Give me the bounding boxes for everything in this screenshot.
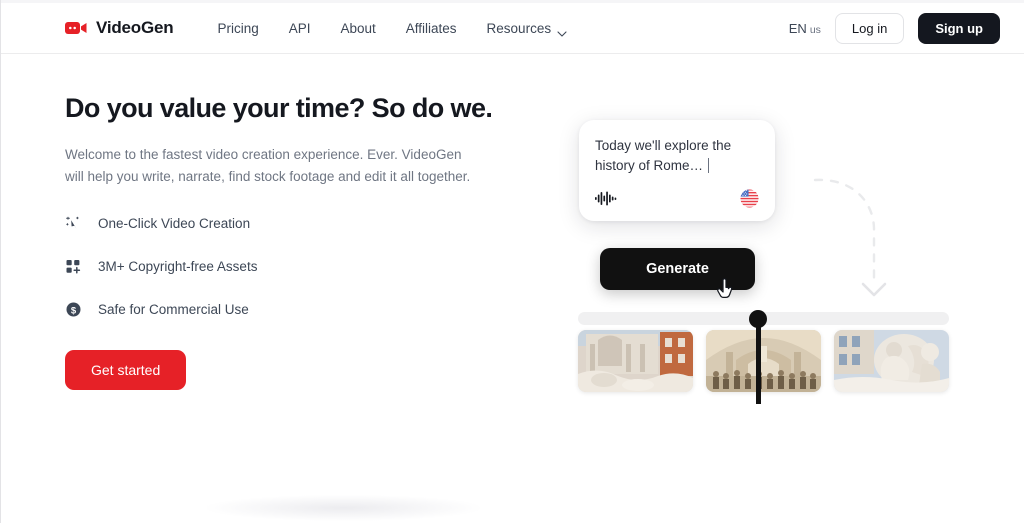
us-flag-icon[interactable] (740, 189, 759, 208)
nav-link-resources[interactable]: Resources (486, 20, 568, 37)
prompt-text: Today we'll explore the history of Rome… (595, 138, 732, 173)
nav-link-resources-label: Resources (486, 20, 552, 36)
language-selector[interactable]: EN us (789, 21, 821, 36)
chevron-down-icon (557, 25, 567, 37)
feature-label: 3M+ Copyright-free Assets (98, 259, 258, 275)
hero-subtitle: Welcome to the fastest video creation ex… (65, 147, 471, 184)
dollar-circle-icon: $ (65, 301, 82, 318)
feature-item-commercial: $ Safe for Commercial Use (65, 301, 535, 318)
timeline-thumbnails (578, 330, 949, 392)
prompt-card[interactable]: Today we'll explore the history of Rome… (579, 120, 775, 222)
language-code: EN (788, 20, 807, 36)
nav-links: Pricing API About Affiliates Resources (217, 20, 568, 37)
brand-name: VideoGen (96, 18, 174, 37)
timeline-playhead-line (756, 322, 761, 404)
feature-label: One-Click Video Creation (98, 216, 251, 232)
navbar: VideoGen Pricing API About Affiliates Re… (1, 3, 1024, 54)
nav-link-about[interactable]: About (340, 21, 375, 36)
login-button[interactable]: Log in (834, 12, 905, 44)
nav-link-affiliates[interactable]: Affiliates (406, 21, 457, 36)
nav-link-pricing[interactable]: Pricing (217, 21, 258, 36)
signup-button[interactable]: Sign up (918, 12, 1000, 44)
audio-waveform-icon[interactable] (595, 191, 617, 206)
browser-viewport: VideoGen Pricing API About Affiliates Re… (0, 0, 1024, 523)
nav-link-api[interactable]: API (289, 21, 311, 36)
pointing-hand-cursor-icon (716, 278, 736, 302)
text-caret (708, 157, 710, 173)
video-camera-icon (65, 20, 87, 36)
page-title: Do you value your time? So do we. (65, 93, 493, 123)
prompt-text-wrapper: Today we'll explore the history of Rome… (595, 136, 759, 175)
trevi-fountain-thumbnail[interactable] (578, 330, 693, 392)
svg-text:$: $ (71, 305, 77, 316)
sparkle-cursor-icon (65, 215, 82, 232)
grid-plus-icon (65, 258, 82, 275)
navbar-actions: EN us Log in Sign up (789, 12, 1000, 44)
get-started-button[interactable]: Get started (65, 350, 187, 391)
dashed-curved-arrow-icon (811, 162, 921, 307)
feature-list: One-Click Video Creation 3M+ Copyright-f… (65, 215, 535, 318)
feature-label: Safe for Commercial Use (98, 302, 249, 318)
prompt-card-footer (595, 189, 759, 208)
page-bottom-shadow (206, 495, 481, 521)
language-region: us (809, 23, 821, 36)
hero-illustration: Today we'll explore the history of Rome… (561, 100, 981, 420)
brand-logo[interactable]: VideoGen (65, 18, 174, 38)
feature-item-one-click: One-Click Video Creation (65, 215, 535, 232)
school-of-athens-thumbnail[interactable] (706, 330, 821, 392)
hero-left-column: Do you value your time? So do we. Welcom… (65, 92, 535, 391)
marble-statue-thumbnail[interactable] (834, 330, 949, 392)
feature-item-assets: 3M+ Copyright-free Assets (65, 258, 535, 275)
